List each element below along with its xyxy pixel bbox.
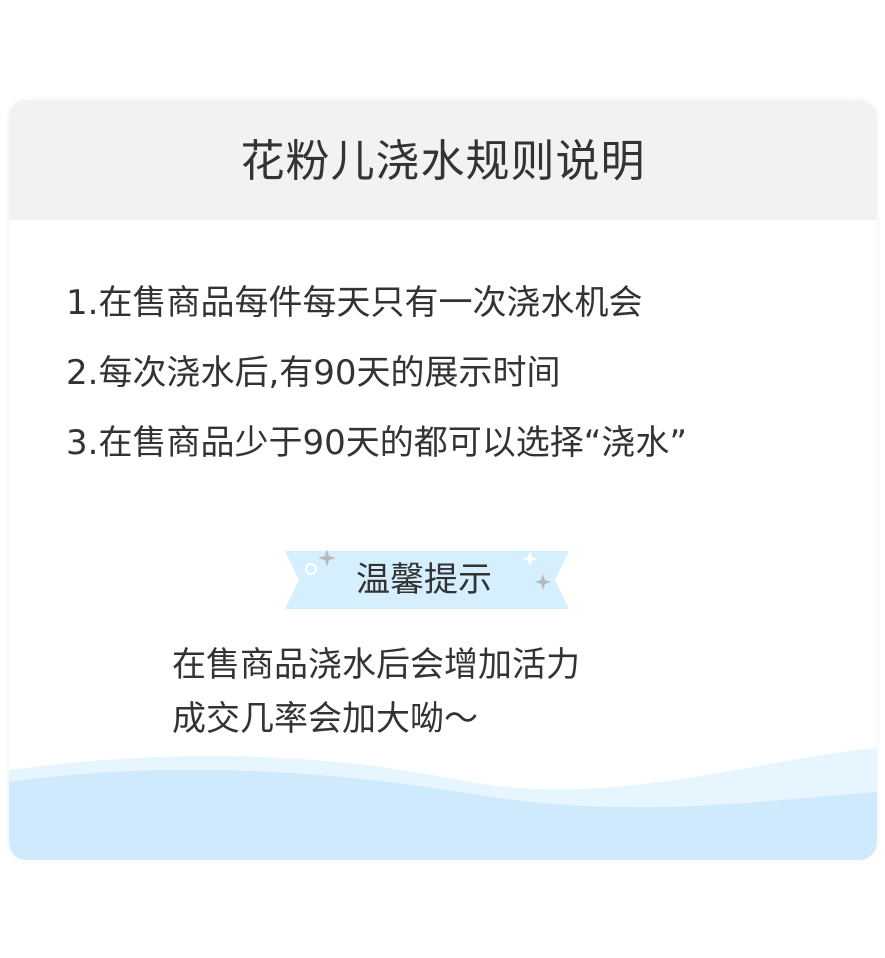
tip-banner: 温馨提示 <box>277 549 571 611</box>
tip-line-2: 成交几率会加大呦～ <box>172 699 478 739</box>
wave-decoration <box>9 740 877 860</box>
wave-decoration-svg <box>9 748 877 860</box>
rule-item-3: 3.在售商品少于90天的都可以选择“浇水” <box>66 423 687 463</box>
rules-list: 1.在售商品每件每天只有一次浇水机会 2.每次浇水后,有90天的展示时间 3.在… <box>66 268 856 478</box>
rule-item-1: 1.在售商品每件每天只有一次浇水机会 <box>66 283 643 323</box>
tip-text: 在售商品浇水后会增加活力 成交几率会加大呦～ <box>172 638 772 746</box>
card-header: 花粉儿浇水规则说明 <box>9 100 877 220</box>
rule-item-2: 2.每次浇水后,有90天的展示时间 <box>66 353 561 393</box>
tip-label: 温馨提示 <box>356 560 492 600</box>
tip-line-1: 在售商品浇水后会增加活力 <box>172 645 580 685</box>
page-title: 花粉儿浇水规则说明 <box>240 136 646 187</box>
